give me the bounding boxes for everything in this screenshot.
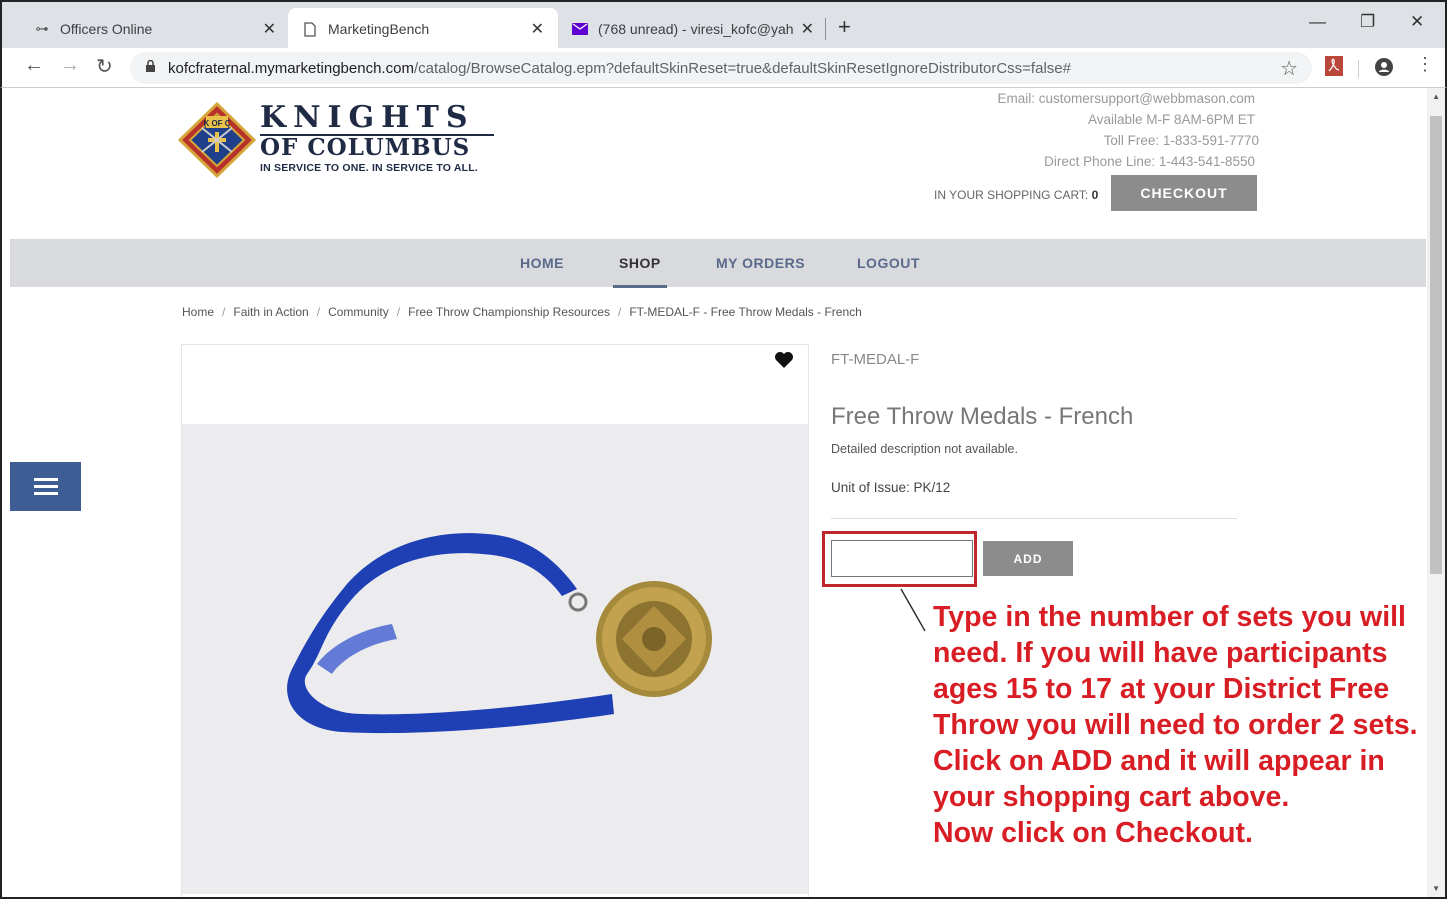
key-icon: ⊶	[35, 21, 49, 36]
product-sku: FT-MEDAL-F	[831, 351, 920, 368]
product-description: Detailed description not available.	[831, 442, 1018, 456]
svg-text:K OF C: K OF C	[203, 119, 230, 128]
tab-marketingbench[interactable]: MarketingBench ✕	[288, 8, 558, 50]
product-title: Free Throw Medals - French	[831, 403, 1134, 430]
url-path: /catalog/BrowseCatalog.epm?defaultSkinRe…	[413, 60, 1071, 77]
breadcrumb-separator: /	[396, 305, 401, 319]
breadcrumb-separator: /	[222, 305, 226, 319]
instructions-text: Type in the number of sets you will need…	[933, 601, 1418, 849]
menu-kebab-icon[interactable]: ⋮	[1416, 54, 1434, 75]
checkout-button[interactable]: CHECKOUT	[1111, 175, 1257, 211]
close-icon[interactable]: ✕	[801, 19, 814, 39]
contact-tollfree: Toll Free: 1-833-591-7770	[1103, 133, 1259, 148]
forward-icon[interactable]: →	[60, 54, 80, 77]
ordering-instructions-annotation: Type in the number of sets you will need…	[933, 599, 1423, 851]
tab-separator	[825, 18, 826, 40]
hamburger-line	[34, 485, 58, 488]
main-nav: HOME SHOP MY ORDERS LOGOUT	[10, 239, 1426, 288]
nav-my-orders[interactable]: MY ORDERS	[716, 255, 805, 271]
back-icon[interactable]: ←	[24, 54, 44, 77]
contact-direct: Direct Phone Line: 1-443-541-8550	[1044, 154, 1255, 169]
product-photo	[182, 424, 808, 894]
breadcrumb-community[interactable]: Community	[328, 305, 389, 319]
reload-icon[interactable]: ↻	[96, 54, 113, 79]
breadcrumb-separator: /	[316, 305, 321, 319]
address-bar[interactable]: kofcfraternal.mymarketingbench.com/catal…	[130, 52, 1312, 84]
contact-email: Email: customersupport@webbmason.com	[997, 91, 1255, 106]
hamburger-line	[34, 492, 58, 495]
browser-tab-strip: ⊶ Officers Online ✕ MarketingBench ✕ (76…	[0, 0, 1447, 50]
pdf-extension-icon[interactable]	[1325, 56, 1343, 76]
details-divider	[831, 518, 1237, 519]
breadcrumb-current-item: FT-MEDAL-F - Free Throw Medals - French	[629, 305, 862, 319]
new-tab-icon[interactable]: +	[838, 14, 851, 40]
breadcrumb-free-throw-resources[interactable]: Free Throw Championship Resources	[408, 305, 610, 319]
lock-icon	[146, 60, 155, 72]
nav-home[interactable]: HOME	[520, 255, 564, 271]
mail-icon	[572, 21, 588, 37]
close-icon[interactable]: ✕	[531, 19, 544, 39]
profile-icon[interactable]	[1374, 57, 1394, 77]
bookmark-star-icon[interactable]: ☆	[1280, 56, 1298, 81]
hamburger-line	[34, 478, 58, 481]
page-icon	[302, 21, 318, 37]
minimize-icon[interactable]: —	[1309, 12, 1326, 32]
breadcrumb-separator: /	[617, 305, 622, 319]
restore-icon[interactable]: ❐	[1360, 12, 1375, 32]
tab-officers-online[interactable]: ⊶ Officers Online ✕	[20, 8, 290, 50]
window-close-icon[interactable]: ✕	[1410, 12, 1424, 32]
browser-toolbar: ← → ↻ kofcfraternal.mymarketingbench.com…	[0, 48, 1447, 88]
unit-of-issue: Unit of Issue: PK/12	[831, 480, 951, 495]
quantity-input[interactable]	[831, 540, 973, 577]
breadcrumb-faith-in-action[interactable]: Faith in Action	[233, 305, 308, 319]
page-scrollbar[interactable]: ▲ ▼	[1427, 88, 1445, 897]
url-host: kofcfraternal.mymarketingbench.com	[168, 60, 414, 77]
kofc-logo[interactable]: K OF C KNIGHTS OF COLUMBUS IN SERVICE TO…	[178, 100, 498, 180]
side-menu-button[interactable]	[10, 462, 81, 511]
medal-photo	[182, 424, 808, 894]
scroll-up-icon[interactable]: ▲	[1432, 92, 1440, 101]
logo-tagline: IN SERVICE TO ONE. IN SERVICE TO ALL.	[260, 162, 479, 174]
tab-yahoo-mail[interactable]: (768 unread) - viresi_kofc@yahoo ✕	[558, 8, 828, 50]
add-to-cart-button[interactable]: ADD	[983, 541, 1073, 576]
breadcrumb-home[interactable]: Home	[182, 305, 214, 319]
nav-shop[interactable]: SHOP	[613, 255, 667, 288]
product-image-panel	[181, 344, 809, 897]
kofc-emblem-icon: K OF C	[178, 102, 256, 178]
scroll-down-icon[interactable]: ▼	[1432, 884, 1440, 893]
scrollbar-thumb[interactable]	[1430, 116, 1442, 574]
close-icon[interactable]: ✕	[263, 19, 276, 39]
annotation-pointer-line	[900, 588, 926, 632]
cart-label: IN YOUR SHOPPING CART:	[934, 188, 1089, 202]
contact-hours: Available M-F 8AM-6PM ET	[1087, 112, 1255, 127]
tab-title: Officers Online	[60, 21, 153, 37]
tab-title: (768 unread) - viresi_kofc@yahoo	[598, 21, 793, 37]
contact-info: Email: customersupport@webbmason.com Ava…	[997, 88, 1259, 172]
tab-title: MarketingBench	[328, 21, 430, 37]
breadcrumb: Home / Faith in Action / Community / Free Thro…	[182, 305, 862, 319]
heart-favorite-icon[interactable]	[774, 351, 794, 369]
url-text: kofcfraternal.mymarketingbench.com/catal…	[168, 60, 1071, 77]
shopping-cart-status[interactable]: IN YOUR SHOPPING CART: 0	[934, 188, 1098, 202]
nav-logout[interactable]: LOGOUT	[857, 255, 920, 271]
logo-knights-text: KNIGHTS	[260, 100, 475, 135]
cart-count: 0	[1091, 188, 1099, 202]
logo-of-columbus-text: OF COLUMBUS	[260, 134, 471, 161]
toolbar-divider	[1358, 60, 1359, 78]
page-viewport: K OF C KNIGHTS OF COLUMBUS IN SERVICE TO…	[0, 88, 1447, 899]
